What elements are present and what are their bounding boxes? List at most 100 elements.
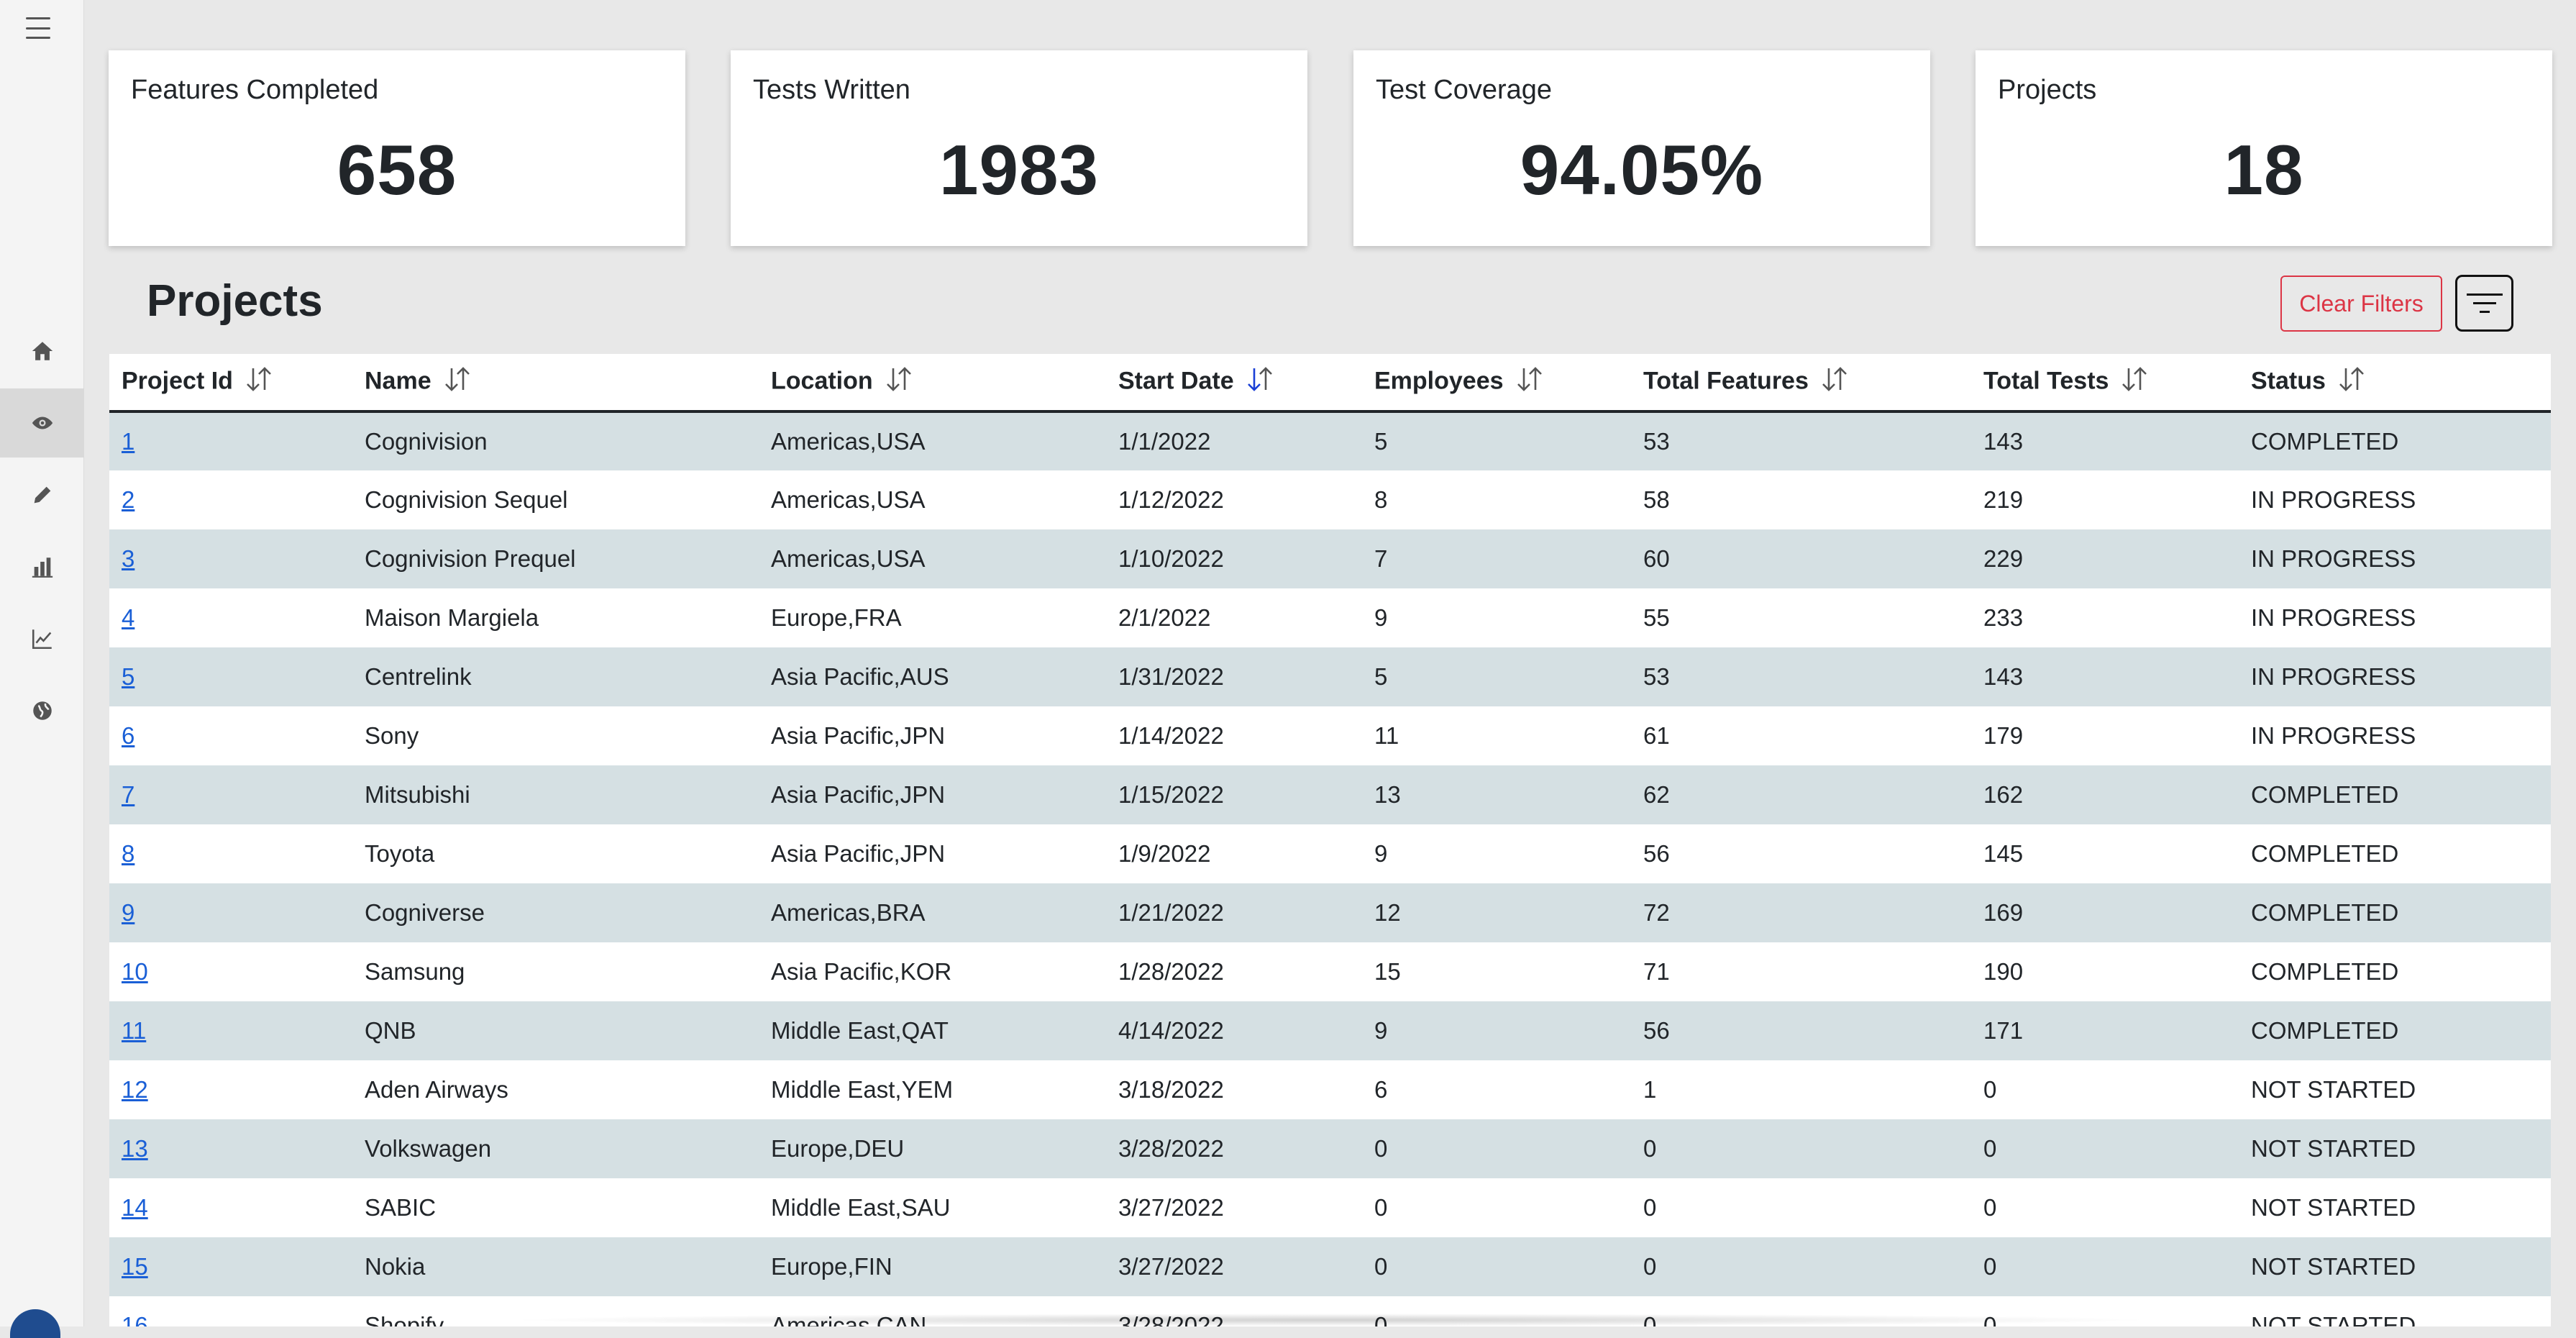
project-id-link[interactable]: 15 xyxy=(122,1253,148,1280)
table-cell-status: NOT STARTED xyxy=(2251,1135,2416,1162)
column-header[interactable]: Employees xyxy=(1362,354,1631,411)
table-row[interactable]: 12 Aden Airways Middle East,YEM 3/18/2022 6 1… xyxy=(109,1060,2551,1119)
nav-line-chart[interactable] xyxy=(0,604,84,673)
project-id-link[interactable]: 13 xyxy=(122,1135,148,1162)
table-cell-employees: 6 xyxy=(1374,1076,1388,1103)
column-header-label: Employees xyxy=(1374,366,1504,394)
stat-value: 94.05% xyxy=(1520,130,1764,209)
sort-icon[interactable] xyxy=(442,365,473,399)
column-header[interactable]: Location xyxy=(759,354,1106,411)
sort-icon[interactable] xyxy=(1514,365,1545,399)
table-cell-location: Europe,FRA xyxy=(771,604,902,631)
project-id-link[interactable]: 12 xyxy=(122,1076,148,1103)
table-row[interactable]: 10 Samsung Asia Pacific,KOR 1/28/2022 15 71 19… xyxy=(109,942,2551,1001)
table-cell-status: IN PROGRESS xyxy=(2251,663,2416,690)
table-cell-name: Shopify xyxy=(365,1312,444,1326)
column-header-label: Project Id xyxy=(122,366,233,394)
table-row[interactable]: 4 Maison Margiela Europe,FRA 2/1/2022 9 55 233… xyxy=(109,588,2551,647)
project-id-link[interactable]: 10 xyxy=(122,958,148,985)
table-cell-name: Cognivision Prequel xyxy=(365,545,576,572)
table-cell-features: 1 xyxy=(1643,1076,1657,1103)
table-cell-start: 1/9/2022 xyxy=(1118,840,1211,867)
table-cell-features: 61 xyxy=(1643,722,1670,749)
nav-globe[interactable] xyxy=(0,676,84,745)
table-row[interactable]: 11 QNB Middle East,QAT 4/14/2022 9 56 171 COMPL… xyxy=(109,1001,2551,1060)
table-cell-id: 11 xyxy=(109,1001,352,1060)
table-cell-start: 1/15/2022 xyxy=(1118,781,1224,808)
project-id-link[interactable]: 2 xyxy=(122,486,134,513)
sort-icon[interactable] xyxy=(883,365,915,399)
table-cell-location: Asia Pacific,KOR xyxy=(771,958,952,985)
table-cell-location: Middle East,QAT xyxy=(771,1017,949,1044)
table-row[interactable]: 2 Cognivision Sequel Americas,USA 1/12/2022… xyxy=(109,470,2551,529)
stat-label: Features Completed xyxy=(131,75,379,105)
table-cell-features: 0 xyxy=(1643,1194,1657,1221)
table-row[interactable]: 3 Cognivision Prequel Americas,USA 1/10/202… xyxy=(109,529,2551,588)
pencil-icon xyxy=(34,486,50,504)
project-id-link[interactable]: 14 xyxy=(122,1194,148,1221)
bar-chart-icon xyxy=(32,558,52,578)
table-row[interactable]: 15 Nokia Europe,FIN 3/27/2022 0 0 0 NOT STARTED xyxy=(109,1237,2551,1296)
table-cell-name: SABIC xyxy=(365,1194,437,1221)
app-logo xyxy=(10,1309,60,1338)
nav-home[interactable] xyxy=(0,317,84,386)
table-row[interactable]: 16 Shopify Americas,CAN 3/28/2022 0 0 0 NOT STA… xyxy=(109,1296,2551,1326)
table-row[interactable]: 5 Centrelink Asia Pacific,AUS 1/31/2022 5 53 1… xyxy=(109,647,2551,706)
table-cell-tests: 171 xyxy=(1983,1017,2024,1044)
sort-icon[interactable] xyxy=(2119,365,2150,399)
filter-toggle-button[interactable] xyxy=(2455,275,2513,332)
nav-edit[interactable] xyxy=(0,460,84,529)
stat-card-features-completed: Features Completed 658 xyxy=(109,50,685,246)
project-id-link[interactable]: 4 xyxy=(122,604,134,631)
column-header[interactable]: Status xyxy=(2239,354,2551,411)
table-cell-tests: 190 xyxy=(1983,958,2024,985)
table-row[interactable]: 9 Cogniverse Americas,BRA 1/21/2022 12 72 169 C… xyxy=(109,883,2551,942)
project-id-link[interactable]: 7 xyxy=(122,781,134,808)
table-cell-id: 12 xyxy=(109,1060,352,1119)
column-header[interactable]: Total Features xyxy=(1631,354,1971,411)
project-id-link[interactable]: 8 xyxy=(122,840,134,867)
table-row[interactable]: 13 Volkswagen Europe,DEU 3/28/2022 0 0 0 NOT ST… xyxy=(109,1119,2551,1178)
project-id-link[interactable]: 1 xyxy=(122,428,134,455)
table-cell-employees: 15 xyxy=(1374,958,1401,985)
stat-value: 18 xyxy=(2224,130,2304,209)
project-id-link[interactable]: 3 xyxy=(122,545,134,572)
stat-card-projects: Projects 18 xyxy=(1976,50,2552,246)
table-cell-name: Samsung xyxy=(365,958,465,985)
table-row[interactable]: 8 Toyota Asia Pacific,JPN 1/9/2022 9 56 145 COM… xyxy=(109,824,2551,883)
table-cell-start: 3/18/2022 xyxy=(1118,1076,1224,1103)
hamburger-menu-icon[interactable] xyxy=(26,17,50,39)
table-cell-status: NOT STARTED xyxy=(2251,1076,2416,1103)
sort-icon[interactable] xyxy=(2336,365,2367,399)
project-id-link[interactable]: 16 xyxy=(122,1312,148,1326)
project-id-link[interactable]: 9 xyxy=(122,899,134,926)
table-cell-tests: 162 xyxy=(1983,781,2024,808)
sort-icon[interactable] xyxy=(1819,365,1850,399)
column-header[interactable]: Total Tests xyxy=(1971,354,2239,411)
column-header[interactable]: Project Id xyxy=(109,354,352,411)
project-id-link[interactable]: 6 xyxy=(122,722,134,749)
nav-bar-chart[interactable] xyxy=(0,532,84,601)
table-cell-start: 3/27/2022 xyxy=(1118,1253,1224,1280)
sort-icon[interactable] xyxy=(243,365,275,399)
table-row[interactable]: 6 Sony Asia Pacific,JPN 1/14/2022 11 61 179 IN … xyxy=(109,706,2551,765)
project-id-link[interactable]: 5 xyxy=(122,663,134,690)
table-cell-name: Nokia xyxy=(365,1253,426,1280)
table-cell-tests: 229 xyxy=(1983,545,2024,572)
table-cell-features: 53 xyxy=(1643,663,1670,690)
table-cell-id: 15 xyxy=(109,1237,352,1296)
clear-filters-button[interactable]: Clear Filters xyxy=(2280,276,2442,332)
table-row[interactable]: 1 Cognivision Americas,USA 1/1/2022 5 53 143 CO… xyxy=(109,411,2551,470)
table-cell-employees: 9 xyxy=(1374,604,1388,631)
table-cell-tests: 0 xyxy=(1983,1253,1997,1280)
sort-icon[interactable] xyxy=(1244,365,1276,399)
project-id-link[interactable]: 11 xyxy=(122,1017,146,1044)
nav-overview[interactable] xyxy=(0,388,84,458)
table-cell-features: 62 xyxy=(1643,781,1670,808)
table-row[interactable]: 14 SABIC Middle East,SAU 3/27/2022 0 0 0 NOT ST… xyxy=(109,1178,2551,1237)
column-header[interactable]: Name xyxy=(352,354,759,411)
table-cell-employees: 0 xyxy=(1374,1194,1388,1221)
column-header[interactable]: Start Date xyxy=(1106,354,1362,411)
table-row[interactable]: 7 Mitsubishi Asia Pacific,JPN 1/15/2022 13 62… xyxy=(109,765,2551,824)
table-cell-start: 2/1/2022 xyxy=(1118,604,1211,631)
